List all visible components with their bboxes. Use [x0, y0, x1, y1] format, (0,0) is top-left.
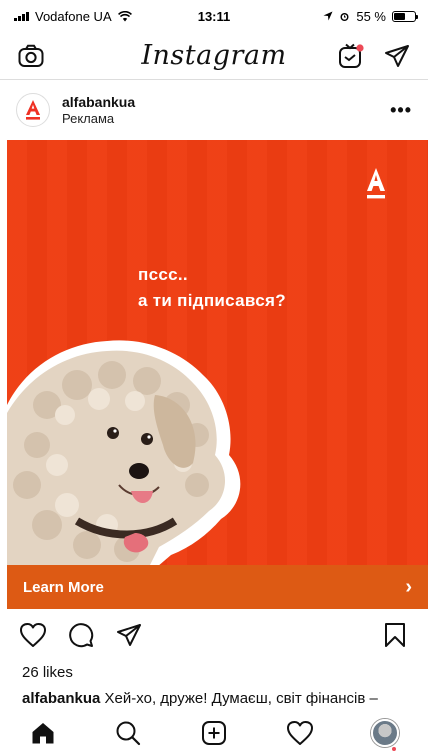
- status-bar: Vodafone UA 13:11 55 %: [0, 0, 428, 32]
- share-icon: [117, 624, 141, 646]
- battery-icon: [392, 10, 418, 22]
- location-icon: [323, 11, 333, 21]
- comment-icon: [69, 623, 94, 648]
- direct-message-icon: [385, 44, 409, 67]
- sponsored-label: Реклама: [62, 110, 115, 126]
- add-post-icon: [201, 721, 226, 745]
- battery-level: [394, 12, 405, 20]
- alarm-icon: [340, 12, 349, 21]
- post-header: alfabankua Реклама •••: [0, 84, 428, 136]
- post-user-block: alfabankua Реклама: [62, 94, 135, 126]
- bookmark-icon: [385, 623, 405, 647]
- signal-icon: [14, 11, 29, 21]
- camera-icon: [18, 44, 44, 67]
- ad-image[interactable]: пссс.. а ти підписався?: [7, 140, 428, 565]
- alfa-logo-icon: [26, 100, 40, 120]
- learn-more-bar[interactable]: Learn More ›: [7, 565, 428, 609]
- search-icon: [116, 721, 141, 746]
- share-button[interactable]: [114, 620, 144, 650]
- post-caption: alfabankua Хей-хо, друже! Думаєш, світ ф…: [22, 690, 428, 707]
- camera-button[interactable]: [16, 41, 46, 71]
- igtv-button[interactable]: [336, 41, 366, 71]
- chevron-right-icon: ›: [405, 575, 412, 598]
- nav-right-group: [336, 41, 412, 71]
- more-options-button[interactable]: •••: [390, 100, 412, 121]
- wifi-icon: [117, 10, 132, 21]
- dog-illustration: [7, 340, 241, 565]
- like-button[interactable]: [18, 620, 48, 650]
- tab-search[interactable]: [113, 718, 143, 748]
- post-username[interactable]: alfabankua: [62, 94, 135, 111]
- brand-avatar[interactable]: [16, 93, 50, 127]
- igtv-icon: [339, 43, 364, 68]
- tab-home[interactable]: [28, 718, 58, 748]
- tab-profile[interactable]: [370, 718, 400, 751]
- ad-headline: пссс.. а ти підписався?: [138, 262, 286, 314]
- save-button[interactable]: [380, 620, 410, 650]
- learn-more-label: Learn More: [23, 578, 104, 596]
- tab-activity[interactable]: [285, 718, 315, 748]
- activity-heart-icon: [286, 721, 313, 745]
- top-navigation: Instagram: [0, 32, 428, 80]
- heart-icon: [20, 623, 46, 647]
- profile-avatar: [371, 719, 400, 751]
- status-indicators: 55 %: [323, 8, 418, 24]
- tab-add-post[interactable]: [199, 718, 229, 748]
- carrier-group: Vodafone UA: [14, 9, 132, 24]
- ad-headline-line-1: пссс..: [138, 265, 188, 284]
- comment-button[interactable]: [66, 620, 96, 650]
- post-actions: [0, 615, 428, 655]
- likes-count[interactable]: 26 likes: [22, 664, 73, 681]
- caption-text: Хей-хо, друже! Думаєш, світ фінансів –: [100, 690, 378, 707]
- caption-username[interactable]: alfabankua: [22, 690, 100, 707]
- notification-dot: [392, 747, 397, 751]
- battery-percent: 55 %: [356, 8, 386, 24]
- instagram-app: Vodafone UA 13:11 55 % Instagram alfaban…: [0, 0, 428, 755]
- ad-headline-line-2: а ти підписався?: [138, 291, 286, 310]
- bottom-tab-bar: [0, 711, 428, 755]
- carrier-name: Vodafone UA: [35, 8, 112, 24]
- direct-message-button[interactable]: [382, 41, 412, 71]
- home-icon: [32, 723, 54, 744]
- alfa-brand-mark: [367, 168, 385, 199]
